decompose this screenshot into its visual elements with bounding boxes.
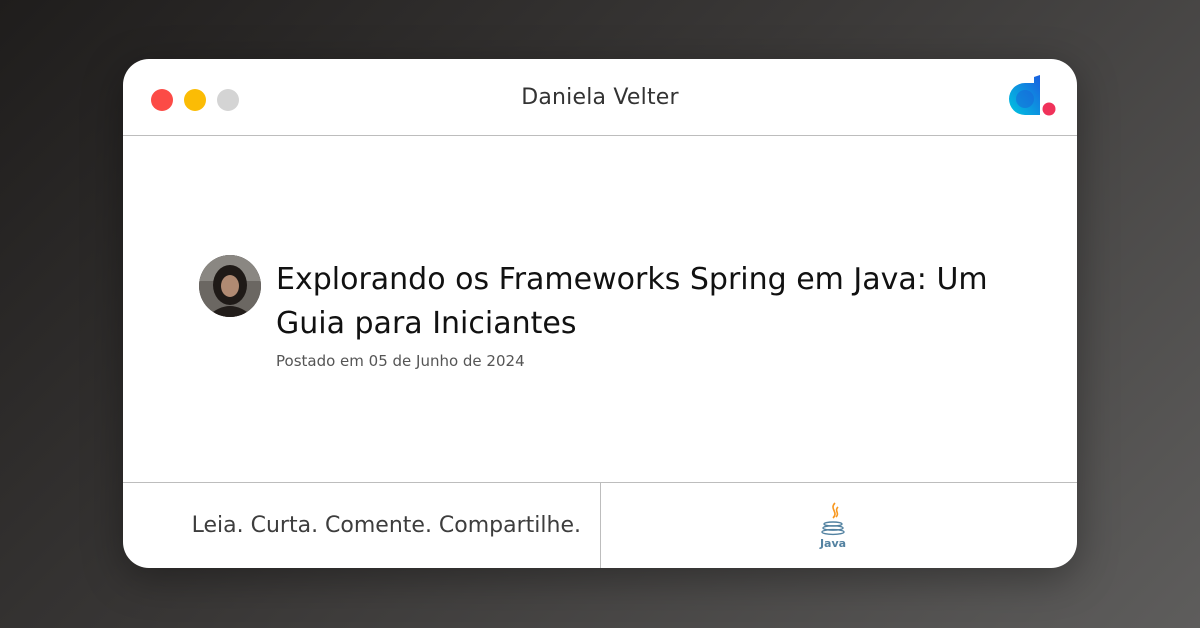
tagline: Leia. Curta. Comente. Compartilhe.: [191, 513, 581, 538]
post-title[interactable]: Explorando os Frameworks Spring em Java:…: [276, 258, 1016, 346]
card-footer: Leia. Curta. Comente. Compartilhe. Java: [123, 482, 1077, 568]
post-content: Explorando os Frameworks Spring em Java:…: [123, 136, 1077, 482]
java-label: Java: [819, 537, 846, 550]
post-date: Postado em 05 de Junho de 2024: [276, 352, 525, 370]
d-dot-logo-icon[interactable]: [1007, 75, 1059, 119]
post-card: Daniela Velter Explorando os Frameworks …: [123, 59, 1077, 568]
window-title: Daniela Velter: [521, 85, 679, 110]
window-titlebar: Daniela Velter: [123, 59, 1077, 136]
footer-divider: [600, 483, 601, 568]
author-avatar[interactable]: [199, 255, 261, 317]
java-logo-icon: Java: [819, 502, 846, 550]
